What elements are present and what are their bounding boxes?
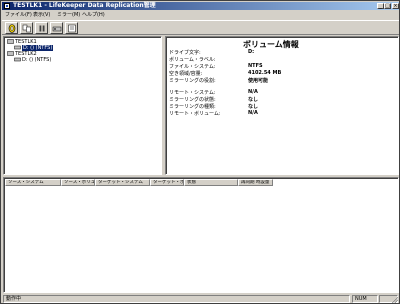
toolbar (2, 20, 399, 35)
num-lock-indicator: NUM (352, 295, 378, 303)
mirror-role-label: ミラーリングの役割: (169, 78, 216, 84)
tree-node-label: D: () (NTFS) (22, 57, 52, 63)
column-header-source-volume[interactable]: ソース・ボリューム (61, 179, 95, 186)
column-header-source-system[interactable]: ソース・システム (5, 179, 61, 186)
pause-mirror-button[interactable] (35, 22, 48, 34)
menu-help[interactable]: ヘルプ(H) (82, 11, 105, 19)
menu-mirror[interactable]: ミラー(M) (57, 11, 80, 19)
column-header-target-system[interactable]: ターゲット・システム (95, 179, 150, 186)
pause-mirror-icon (39, 25, 45, 32)
status-bar: 動作中 NUM (2, 294, 399, 304)
column-header-resync[interactable]: 再同期 時設量 (238, 179, 273, 186)
remote-system-label: リモート・システム: (169, 90, 216, 96)
resize-grip-icon[interactable] (391, 296, 398, 303)
remote-volume-value: N/A (248, 110, 258, 116)
mirror-role-value: 使用可能 (248, 78, 269, 84)
app-window: TESTLK1 - LifeKeeper Data Replication管理 … (0, 0, 400, 304)
close-button[interactable]: × (392, 3, 399, 9)
refresh-icon (8, 24, 16, 33)
title-bar[interactable]: TESTLK1 - LifeKeeper Data Replication管理 … (2, 2, 399, 10)
tree-node-testlk2-volume-d[interactable]: D: () (NTFS) (14, 57, 51, 63)
remote-volume-label: リモート・ボリューム: (169, 111, 221, 117)
disk-icon (52, 26, 62, 32)
resume-mirror-icon (22, 24, 31, 33)
status-text: 動作中 (3, 295, 350, 303)
menu-bar: ファイル(F) 表示(V) ミラー(M) ヘルプ(H) (2, 11, 399, 19)
column-header-target-volume[interactable]: ターゲット・ボリューム (150, 179, 184, 186)
drive-icon (14, 45, 21, 50)
mirror-type-label: ミラーリングの種類: (169, 104, 216, 110)
drive-icon (14, 57, 21, 62)
server-icon (7, 39, 14, 44)
volume-info-pane: ボリューム情報 ドライブ文字: D: ボリューム・ラベル: ファイル・システム:… (165, 36, 399, 175)
mirror-list-pane[interactable]: ソース・システム ソース・ボリューム ターゲット・システム ターゲット・ボリュー… (3, 177, 399, 293)
file-system-label: ファイル・システム: (169, 64, 216, 70)
system-tree-pane[interactable]: TESTLK1 D: () (NTFS) TESTLK2 D: () (NTFS… (3, 36, 162, 175)
disk-button[interactable] (50, 22, 63, 34)
server-icon (7, 51, 14, 56)
mirror-state-value: なし (248, 97, 259, 103)
volume-label-label: ボリューム・ラベル: (169, 57, 216, 63)
menu-view[interactable]: 表示(V) (33, 11, 50, 19)
remote-system-value: N/A (248, 89, 258, 95)
free-space-value: 4102.54 MB (248, 70, 282, 76)
mirror-state-label: ミラーリングの状態: (169, 97, 216, 103)
resume-mirror-button[interactable] (20, 22, 33, 34)
drive-letter-label: ドライブ文字: (169, 50, 201, 56)
free-space-label: 空き領域/容量: (169, 71, 203, 77)
mirror-type-value: なし (248, 104, 259, 110)
file-system-value: NTFS (248, 63, 263, 69)
window-title: TESTLK1 - LifeKeeper Data Replication管理 (13, 2, 156, 9)
maximize-button[interactable]: □ (384, 3, 391, 9)
menu-file[interactable]: ファイル(F) (5, 11, 32, 19)
app-icon (4, 3, 10, 9)
minimize-button[interactable]: _ (377, 3, 384, 9)
column-header-state[interactable]: 状態 (184, 179, 238, 186)
drive-letter-value: D: (248, 49, 255, 55)
properties-button[interactable] (65, 22, 78, 34)
properties-icon (68, 24, 76, 33)
refresh-button[interactable] (5, 22, 18, 34)
